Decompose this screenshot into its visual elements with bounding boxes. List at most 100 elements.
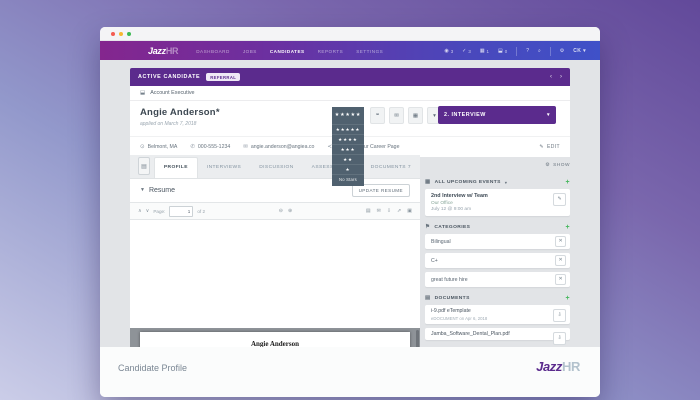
profile-summary-icon[interactable]: ▤: [138, 157, 150, 175]
tab-documents[interactable]: DOCUMENTS 7: [362, 158, 420, 178]
content-area: ACTIVE CANDIDATE REFERRAL ‹ › ⬓ Account …: [100, 60, 600, 347]
page-label: Page:: [153, 208, 166, 214]
envelope-icon: ✉: [394, 112, 399, 119]
star-option-2[interactable]: ★★: [332, 154, 364, 164]
nav-links: DASHBOARD JOBS CANDIDATES REPORTS SETTIN…: [196, 49, 383, 54]
gear-icon[interactable]: ⚙: [560, 48, 564, 54]
zoom-out-icon[interactable]: ⊖: [279, 208, 283, 214]
resume-heading[interactable]: ▼ Resume: [140, 187, 175, 194]
star-rating-button[interactable]: ★★★★★: [332, 107, 364, 123]
tasks-counter[interactable]: ✓ 3: [462, 48, 471, 54]
tab-profile[interactable]: PROFILE: [153, 157, 198, 178]
edit-event-button[interactable]: ✎: [553, 193, 566, 206]
edit-button[interactable]: ✎ EDIT: [539, 144, 560, 150]
location-pin-icon: ⊙: [140, 144, 145, 150]
resume-section-header: ▼ Resume UPDATE RESUME: [130, 178, 420, 202]
external-link-icon[interactable]: ⇗: [397, 208, 401, 214]
pdf-scrollbar[interactable]: [416, 330, 419, 347]
logo-jazz: Jazz: [536, 359, 563, 374]
jobs-counter[interactable]: ⬓ 0: [498, 48, 507, 54]
category-item: C+ ✕: [425, 253, 570, 268]
document-icon[interactable]: ▤: [366, 208, 371, 214]
minimize-window-button[interactable]: [119, 31, 123, 36]
download-icon[interactable]: ⇩: [387, 208, 391, 214]
calendar-icon: ▦: [425, 179, 431, 185]
candidate-email[interactable]: ✉ angie.anderson@angiea.co: [243, 144, 314, 150]
calendar-icon: ▦: [412, 112, 419, 119]
maximize-window-button[interactable]: [127, 31, 131, 36]
download-icon: ⇩: [557, 313, 562, 318]
caret-down-icon: ▾: [504, 179, 508, 185]
document-item[interactable]: i-9.pdf eTemplate eDOCUMENT on Apr 6, 20…: [425, 305, 570, 324]
remove-category-button[interactable]: ✕: [555, 255, 566, 266]
close-icon: ✕: [558, 239, 563, 244]
candidate-phone[interactable]: ✆ 000-555-1234: [190, 144, 230, 150]
event-time: July 12 @ 9:00 am: [431, 207, 472, 212]
star-option-3[interactable]: ★★★: [332, 144, 364, 154]
email-button[interactable]: ✉: [389, 107, 404, 124]
pencil-icon: ✎: [539, 144, 544, 150]
download-document-button[interactable]: ⇩: [553, 309, 566, 322]
event-title: 2nd Interview w/ Team: [431, 193, 488, 199]
browser-window: JazzHR DASHBOARD JOBS CANDIDATES REPORTS…: [100, 27, 600, 397]
referral-badge: REFERRAL: [206, 73, 241, 81]
user-menu[interactable]: CK ▾: [573, 48, 586, 54]
envelope-icon[interactable]: ✉: [377, 208, 381, 214]
page-down-icon[interactable]: ∨: [146, 208, 150, 214]
caret-down-icon: ▾: [546, 112, 550, 118]
page-up-icon[interactable]: ∧: [138, 208, 142, 214]
zoom-in-icon[interactable]: ⊕: [288, 208, 292, 214]
remove-category-button[interactable]: ✕: [555, 236, 566, 247]
workflow-stage-button[interactable]: 2. INTERVIEW ▾: [438, 106, 556, 124]
job-title[interactable]: Account Executive: [150, 90, 194, 96]
tab-discussion[interactable]: DISCUSSION: [250, 158, 302, 178]
nav-item-reports[interactable]: REPORTS: [318, 49, 344, 54]
download-icon: ⇩: [557, 335, 562, 341]
download-document-button[interactable]: ⇩: [553, 331, 566, 345]
tab-interviews[interactable]: INTERVIEWS: [198, 158, 250, 178]
add-category-button[interactable]: +: [566, 224, 571, 231]
categories-header: ⚑ CATEGORIES +: [425, 220, 570, 234]
remove-category-button[interactable]: ✕: [555, 274, 566, 285]
show-toggle[interactable]: ⚙ SHOW: [425, 155, 570, 175]
events-header: ▦ ALL UPCOMING EVENTS ▾ +: [425, 175, 570, 189]
star-option-none[interactable]: No Stars: [332, 174, 364, 184]
page-number-input[interactable]: [169, 205, 194, 217]
print-icon[interactable]: ▣: [407, 208, 412, 214]
document-icon: ▤: [425, 295, 431, 301]
star-option-5[interactable]: ★★★★★: [332, 124, 364, 134]
add-document-button[interactable]: +: [566, 295, 571, 302]
views-counter[interactable]: ◉ 3: [444, 48, 453, 54]
top-navbar: JazzHR DASHBOARD JOBS CANDIDATES REPORTS…: [100, 41, 600, 61]
events-title[interactable]: ALL UPCOMING EVENTS: [435, 180, 501, 185]
help-icon[interactable]: ?: [526, 48, 529, 54]
event-card[interactable]: 2nd Interview w/ Team Our Office July 12…: [425, 189, 570, 216]
add-event-button[interactable]: +: [566, 179, 571, 186]
candidate-pager: ‹ ›: [550, 74, 562, 80]
prev-candidate-icon[interactable]: ‹: [550, 74, 552, 80]
gear-icon: ⚙: [545, 162, 551, 168]
close-window-button[interactable]: [111, 31, 115, 36]
documents-title: DOCUMENTS: [434, 295, 470, 301]
pdf-actions: ▤ ✉ ⇩ ⇗ ▣: [366, 208, 412, 214]
star-option-1[interactable]: ★: [332, 164, 364, 174]
jazzhr-logo[interactable]: JazzHR: [148, 46, 179, 56]
browser-chrome: [100, 27, 600, 41]
nav-item-jobs[interactable]: JOBS: [243, 49, 257, 54]
next-candidate-icon[interactable]: ›: [560, 74, 562, 80]
pdf-viewer: Angie Anderson CURRENT ADDRESS Box 309 T…: [130, 328, 420, 347]
star-option-4[interactable]: ★★★★: [332, 134, 364, 144]
nav-item-settings[interactable]: SETTINGS: [356, 49, 383, 54]
nav-item-dashboard[interactable]: DASHBOARD: [196, 49, 230, 54]
schedule-button[interactable]: ▦: [408, 107, 423, 124]
nav-item-candidates[interactable]: CANDIDATES: [270, 49, 305, 54]
calendar-counter[interactable]: ▦ 1: [480, 48, 489, 54]
comment-button[interactable]: ❝: [370, 107, 385, 124]
zoom-controls: ⊖ ⊕: [279, 208, 292, 214]
document-item[interactable]: Jamba_Software_Dental_Plan.pdf ⇩: [425, 327, 570, 345]
resume-page: Angie Anderson CURRENT ADDRESS Box 309 T…: [140, 332, 410, 347]
resume-panel: ▼Resume UPDATE RESUME ∧ ∨ Page: of 2 ⊖ ⊕…: [130, 178, 420, 347]
event-location: Our Office: [431, 200, 453, 206]
right-sidebar: ⚙ SHOW ▦ ALL UPCOMING EVENTS ▾ + 2nd Int…: [425, 155, 570, 347]
search-icon[interactable]: ⌕: [538, 48, 541, 54]
